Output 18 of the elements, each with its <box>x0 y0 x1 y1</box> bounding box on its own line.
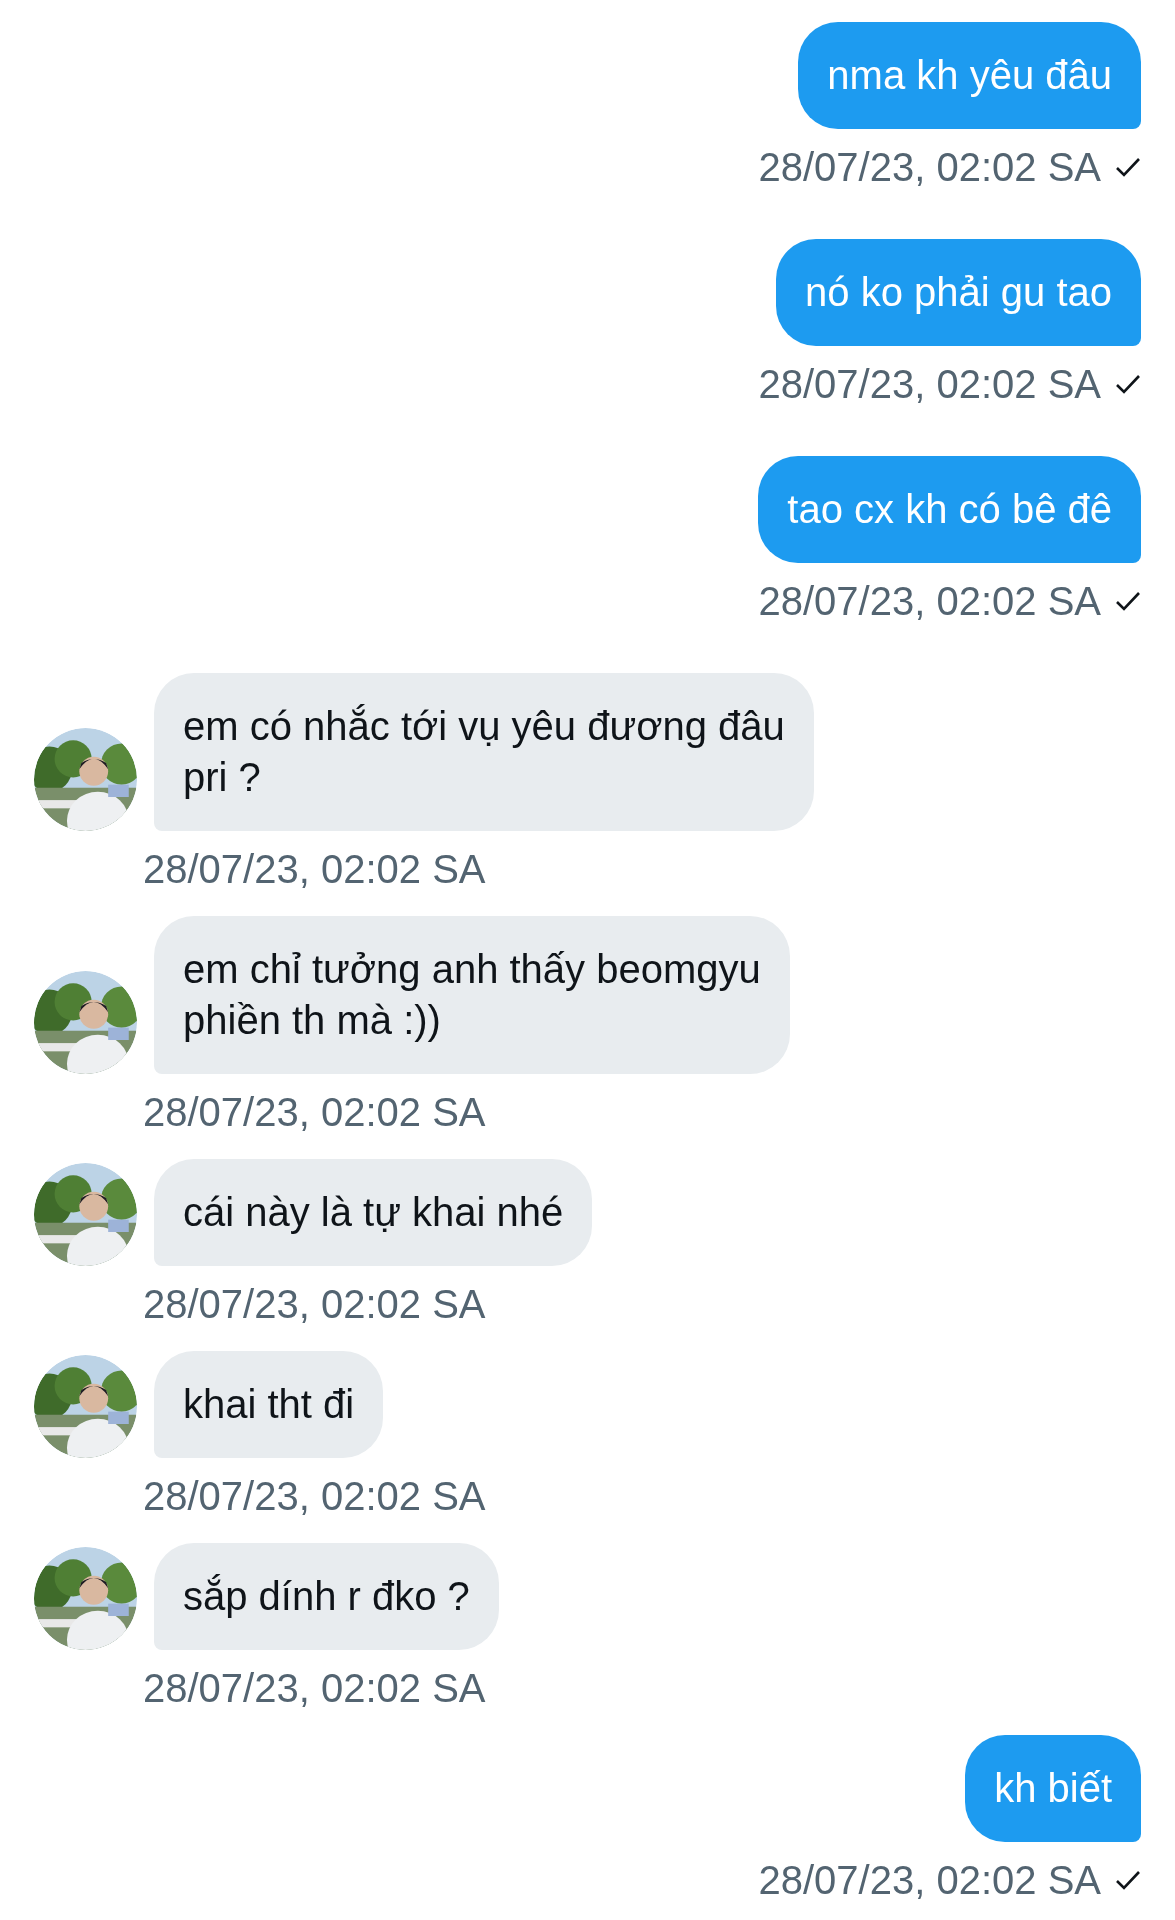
message-bubble: em chỉ tưởng anh thấy beomgyu phiền th mà :)) <box>154 916 790 1074</box>
timestamp: 28/07/23, 02:02 SA <box>758 144 1101 191</box>
message-bubble: sắp dính r đko ? <box>154 1543 499 1650</box>
timestamp: 28/07/23, 02:02 SA <box>758 578 1101 625</box>
message-bubble: nó ko phải gu tao <box>776 239 1141 346</box>
message-bubble: kh biết <box>965 1735 1141 1842</box>
timestamp: 28/07/23, 02:02 SA <box>143 1665 486 1712</box>
message-bubble: khai tht đi <box>154 1351 384 1458</box>
timestamp: 28/07/23, 02:02 SA <box>143 1473 486 1520</box>
message-bubble: tao cx kh có bê đê <box>758 456 1141 563</box>
message-bubble: cái này là tự khai nhé <box>154 1159 593 1266</box>
timestamp: 28/07/23, 02:02 SA <box>143 846 486 893</box>
timestamp: 28/07/23, 02:02 SA <box>143 1089 486 1136</box>
message-bubble: em có nhắc tới vụ yêu đương đâu pri ? <box>154 673 814 831</box>
message-bubble: nma kh yêu đâu <box>798 22 1141 129</box>
timestamp: 28/07/23, 02:02 SA <box>758 1857 1101 1904</box>
timestamp: 28/07/23, 02:02 SA <box>758 361 1101 408</box>
timestamp: 28/07/23, 02:02 SA <box>143 1281 486 1328</box>
